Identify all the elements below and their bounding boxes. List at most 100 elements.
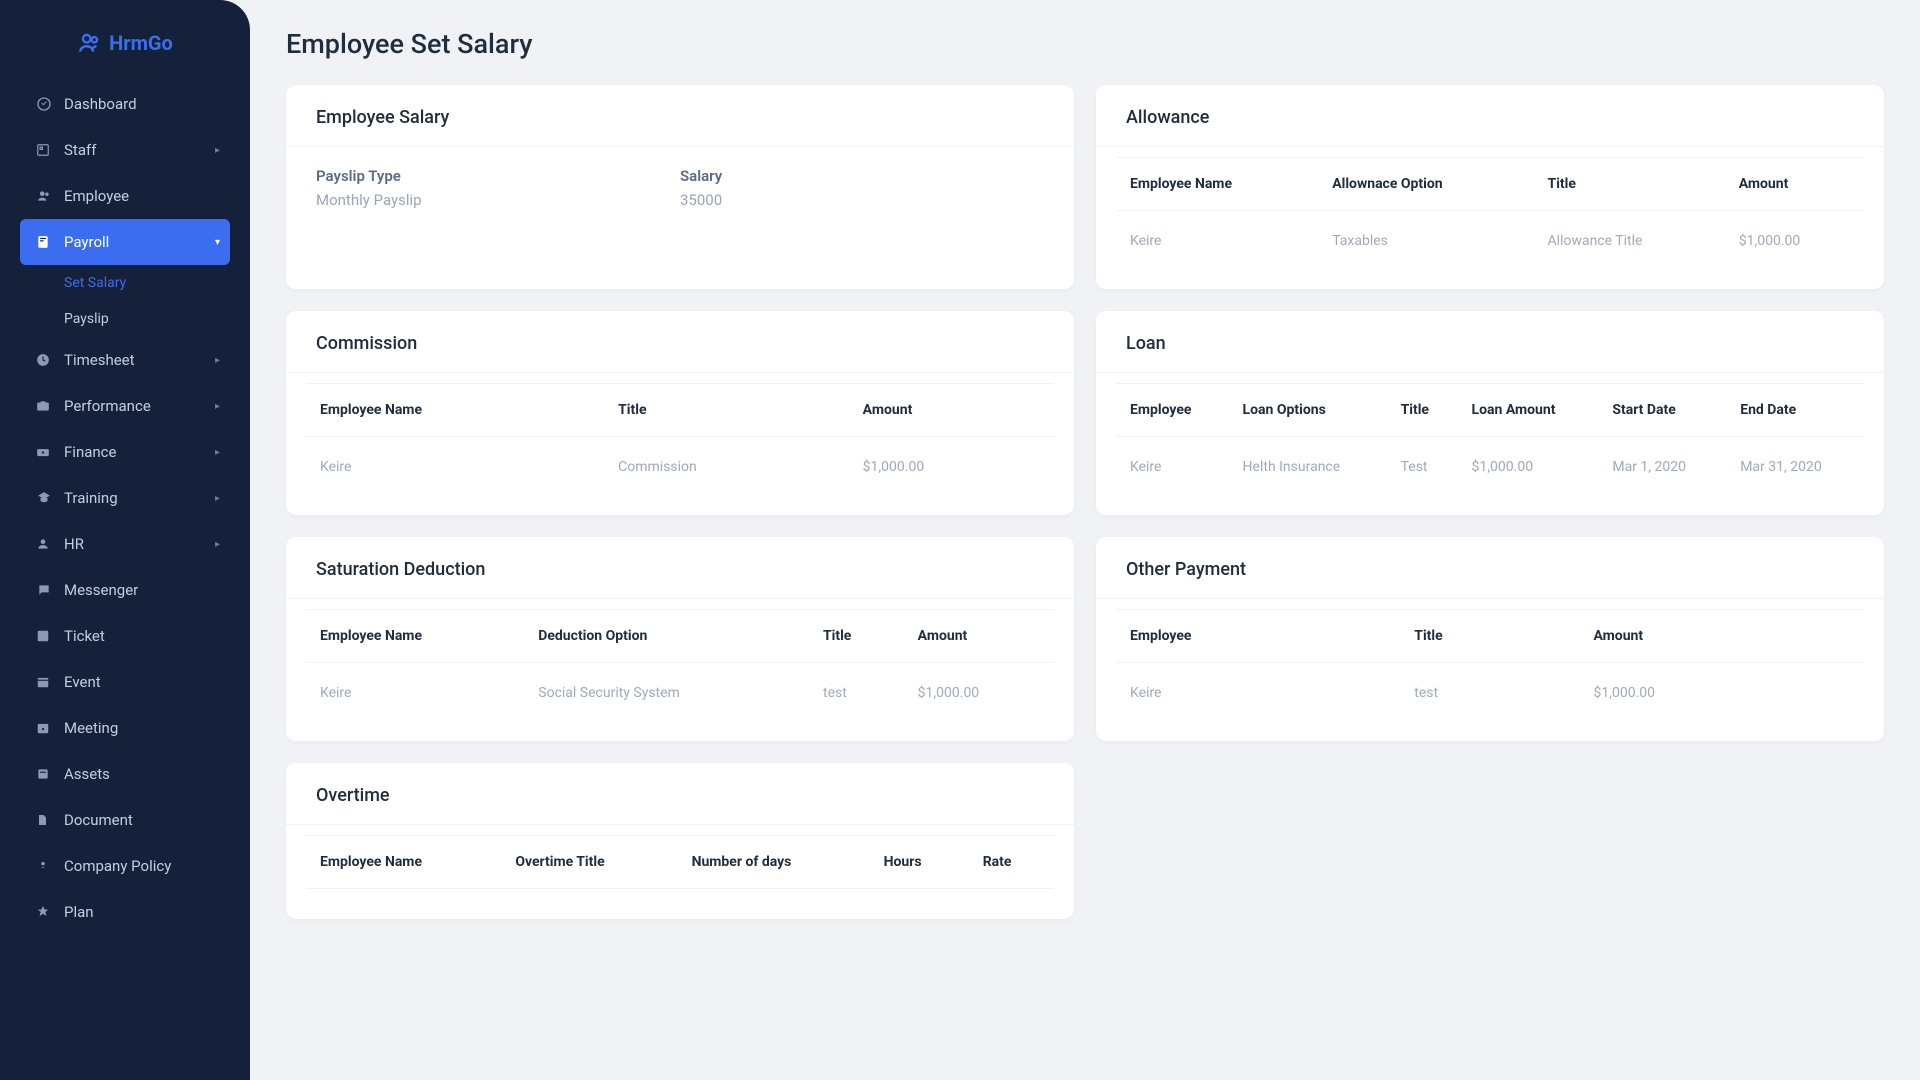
hr-icon xyxy=(36,537,64,551)
sidebar-item-ticket[interactable]: Ticket xyxy=(20,613,230,659)
th: Loan Options xyxy=(1229,384,1387,437)
loan-table: Employee Loan Options Title Loan Amount … xyxy=(1116,383,1864,485)
timesheet-icon xyxy=(36,353,64,367)
sidebar-item-finance[interactable]: Finance ▸ xyxy=(20,429,230,475)
th: Employee Name xyxy=(306,610,524,663)
salary-label: Salary xyxy=(680,167,1044,185)
sidebar-item-assets[interactable]: Assets xyxy=(20,751,230,797)
th: End Date xyxy=(1726,384,1864,437)
card-commission: Commission Employee Name Title Amount Ke… xyxy=(286,311,1074,515)
td: Keire xyxy=(1116,663,1400,712)
ticket-icon xyxy=(36,629,64,643)
plan-icon xyxy=(36,905,64,919)
policy-icon xyxy=(36,859,64,873)
table-row[interactable]: Keire Commission $1,000.00 xyxy=(306,437,1054,486)
sidebar-subitem-set-salary[interactable]: Set Salary xyxy=(64,265,230,301)
chevron-right-icon: ▸ xyxy=(215,447,220,458)
sidebar-item-timesheet[interactable]: Timesheet ▸ xyxy=(20,337,230,383)
card-title: Overtime xyxy=(286,763,1074,825)
td: Mar 31, 2020 xyxy=(1726,437,1864,486)
th: Title xyxy=(1534,158,1725,211)
th: Employee Name xyxy=(306,384,604,437)
th: Amount xyxy=(1579,610,1864,663)
cards-grid: Employee Salary Payslip Type Monthly Pay… xyxy=(286,85,1884,919)
sidebar-item-meeting[interactable]: Meeting xyxy=(20,705,230,751)
chevron-right-icon: ▸ xyxy=(215,493,220,504)
sidebar-item-label: Timesheet xyxy=(64,351,135,369)
table-row[interactable]: Keire Taxables Allowance Title $1,000.00 xyxy=(1116,211,1864,260)
payroll-icon xyxy=(36,235,64,249)
td: $1,000.00 xyxy=(849,437,1054,486)
td: Keire xyxy=(306,663,524,712)
card-other-payment: Other Payment Employee Title Amount Keir… xyxy=(1096,537,1884,741)
deduction-table: Employee Name Deduction Option Title Amo… xyxy=(306,609,1054,711)
sidebar-item-staff[interactable]: Staff ▸ xyxy=(20,127,230,173)
payslip-type-label: Payslip Type xyxy=(316,167,680,185)
sidebar: HrmGo Dashboard Staff ▸ EmployeePayroll▾Set… xyxy=(0,0,250,1080)
td: test xyxy=(809,663,904,712)
event-icon xyxy=(36,675,64,689)
card-title: Commission xyxy=(286,311,1074,373)
document-icon xyxy=(36,813,64,827)
sidebar-item-messenger[interactable]: Messenger xyxy=(20,567,230,613)
sidebar-item-label: Meeting xyxy=(64,719,118,737)
payslip-type-value: Monthly Payslip xyxy=(316,191,680,209)
card-body: Employee Loan Options Title Loan Amount … xyxy=(1096,373,1884,515)
sidebar-item-dashboard[interactable]: Dashboard xyxy=(20,81,230,127)
th: Amount xyxy=(849,384,1054,437)
sidebar-item-label: Staff xyxy=(64,141,96,159)
th: Employee xyxy=(1116,610,1400,663)
finance-icon xyxy=(36,445,64,459)
sidebar-item-payroll[interactable]: Payroll▾ xyxy=(20,219,230,265)
sidebar-item-employee[interactable]: Employee xyxy=(20,173,230,219)
sidebar-item-hr[interactable]: HR ▸ xyxy=(20,521,230,567)
sidebar-item-label: Assets xyxy=(64,765,110,783)
card-body: Employee Name Overtime Title Number of d… xyxy=(286,825,1074,919)
main-content: Employee Set Salary Employee Salary Pays… xyxy=(250,0,1920,1080)
sidebar-nav: Dashboard Staff ▸ EmployeePayroll▾Set Salar… xyxy=(0,81,250,935)
table-row[interactable]: Keire test $1,000.00 xyxy=(1116,663,1864,712)
messenger-icon xyxy=(36,583,64,597)
sidebar-item-company-policy[interactable]: Company Policy xyxy=(20,843,230,889)
sidebar-item-label: Ticket xyxy=(64,627,105,645)
td: Mar 1, 2020 xyxy=(1598,437,1726,486)
sidebar-item-label: Finance xyxy=(64,443,116,461)
table-row[interactable]: Keire Social Security System test $1,000… xyxy=(306,663,1054,712)
brand-logo[interactable]: HrmGo xyxy=(0,0,250,81)
card-loan: Loan Employee Loan Options Title Loan Am… xyxy=(1096,311,1884,515)
chevron-down-icon: ▾ xyxy=(215,237,220,248)
th: Title xyxy=(1400,610,1579,663)
card-employee-salary: Employee Salary Payslip Type Monthly Pay… xyxy=(286,85,1074,289)
card-title: Employee Salary xyxy=(286,85,1074,147)
th: Loan Amount xyxy=(1458,384,1599,437)
page-title: Employee Set Salary xyxy=(286,28,1884,60)
allowance-table: Employee Name Allownace Option Title Amo… xyxy=(1116,157,1864,259)
td: Helth Insurance xyxy=(1229,437,1387,486)
td: Test xyxy=(1387,437,1458,486)
card-deduction: Saturation Deduction Employee Name Deduc… xyxy=(286,537,1074,741)
sidebar-item-document[interactable]: Document xyxy=(20,797,230,843)
sidebar-item-label: Plan xyxy=(64,903,94,921)
dashboard-icon xyxy=(36,96,64,112)
other-payment-table: Employee Title Amount Keire test $1,000.… xyxy=(1116,609,1864,711)
sidebar-item-label: HR xyxy=(64,535,84,553)
sidebar-item-performance[interactable]: Performance▸ xyxy=(20,383,230,429)
sidebar-item-label: Document xyxy=(64,811,133,829)
sidebar-item-label: Company Policy xyxy=(64,857,171,875)
chevron-right-icon: ▸ xyxy=(215,145,220,156)
meeting-icon xyxy=(36,721,64,735)
sidebar-subitem-payslip[interactable]: Payslip xyxy=(64,301,230,337)
staff-icon xyxy=(36,143,64,157)
sidebar-item-training[interactable]: Training ▸ xyxy=(20,475,230,521)
th: Deduction Option xyxy=(524,610,809,663)
chevron-right-icon: ▸ xyxy=(215,539,220,550)
sidebar-item-event[interactable]: Event xyxy=(20,659,230,705)
th: Employee xyxy=(1116,384,1229,437)
th: Employee Name xyxy=(306,836,501,889)
chevron-right-icon: ▸ xyxy=(215,355,220,366)
card-overtime: Overtime Employee Name Overtime Title Nu… xyxy=(286,763,1074,919)
sidebar-item-label: Training xyxy=(64,489,118,507)
sidebar-item-plan[interactable]: Plan xyxy=(20,889,230,935)
table-row[interactable]: Keire Helth Insurance Test $1,000.00 Mar… xyxy=(1116,437,1864,486)
td: Taxables xyxy=(1318,211,1533,260)
